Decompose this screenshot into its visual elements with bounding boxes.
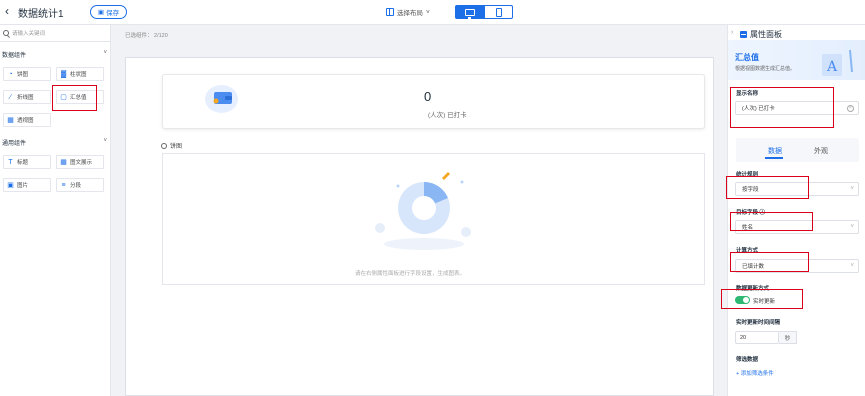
highlight-box	[721, 289, 803, 309]
font-illustration-icon: A	[822, 49, 853, 76]
phone-icon	[495, 7, 502, 17]
clear-icon[interactable]: ×	[847, 105, 854, 112]
chevron-down-icon: ˅	[850, 224, 854, 230]
highlight-box	[730, 212, 813, 231]
pivot-icon: ▦	[7, 116, 14, 124]
bar-chart-icon: ▓	[60, 70, 67, 78]
group-title-general[interactable]: 通用组件 ˅	[2, 138, 107, 147]
component-bar[interactable]: ▓ 柱状图	[56, 67, 104, 81]
chevron-down-icon: ˅	[850, 263, 854, 269]
image-icon: ▣	[7, 181, 14, 189]
pie-component-label: 饼图	[161, 141, 182, 150]
panel-icon	[740, 31, 747, 38]
list-icon: ≡	[61, 181, 66, 189]
chevron-down-icon: ˅	[850, 186, 854, 192]
component-segment[interactable]: ≡ 分段	[56, 178, 104, 192]
layout-select[interactable]: 选择布局 ˅	[386, 7, 430, 17]
group-title-data[interactable]: 数据组件 ˅	[2, 50, 107, 59]
filter-label: 筛选数据	[736, 357, 759, 363]
pie-icon: ◔	[8, 70, 13, 78]
highlight-box	[730, 252, 809, 272]
image-text-icon: ▦	[60, 158, 67, 166]
summary-value: 0	[424, 89, 432, 104]
tab-data[interactable]: 数据	[768, 146, 782, 156]
layout-icon	[386, 8, 394, 16]
component-image[interactable]: ▣ 图片	[3, 178, 51, 192]
tab-appearance[interactable]: 外观	[814, 146, 828, 156]
component-line[interactable]: ∕ 折线图	[3, 90, 51, 104]
wallet-icon	[213, 92, 232, 104]
interval-label: 实时更新时间间隔	[736, 320, 781, 326]
svg-text:A: A	[826, 59, 838, 75]
search-input[interactable]: 请输入关键词	[0, 25, 111, 42]
active-tab-indicator	[765, 157, 783, 159]
interval-unit: 秒	[779, 331, 797, 344]
line-chart-icon: ∕	[9, 93, 12, 101]
pc-view-button[interactable]	[455, 5, 484, 19]
clock-icon	[161, 142, 167, 149]
empty-hint: 请在右侧属性面板进行字段设置，生成图表。	[355, 271, 466, 277]
save-button[interactable]: ▣ 保存	[90, 5, 127, 19]
highlight-box	[726, 176, 809, 199]
summary-card[interactable]	[162, 74, 705, 129]
interval-input[interactable]: 20	[735, 331, 779, 344]
component-pie[interactable]: ◔ 饼图	[3, 67, 51, 81]
search-icon	[3, 30, 9, 36]
add-filter-link[interactable]: + 添加筛选条件	[736, 369, 774, 377]
component-pivot[interactable]: ▦ 透视图	[3, 113, 51, 127]
monitor-icon	[464, 8, 475, 19]
chevron-down-icon: ˅	[103, 138, 107, 144]
panel-tabs	[736, 138, 859, 162]
top-bar: ‹ 数据统计1 ▣ 保存 选择布局 ˅	[0, 0, 865, 25]
highlight-box	[52, 85, 97, 111]
mobile-view-button[interactable]	[484, 5, 513, 19]
component-title[interactable]: T 标题	[3, 155, 51, 169]
highlight-box	[730, 87, 834, 128]
title-icon: T	[8, 158, 13, 166]
hero-title: 汇总值	[735, 53, 759, 62]
empty-chart-illustration	[375, 172, 471, 250]
chevron-left-icon[interactable]: ‹	[5, 5, 9, 17]
component-image-text[interactable]: ▦ 图文展示	[56, 155, 104, 169]
chevron-down-icon: ˅	[426, 8, 430, 16]
property-panel-header: 属性面板	[740, 29, 782, 40]
save-icon: ▣	[97, 9, 105, 16]
page-title: 数据统计1	[18, 9, 64, 20]
summary-label: (人次) 已打卡	[428, 112, 467, 119]
hero-desc: 根据视图数据生成汇总值。	[735, 66, 796, 72]
chevron-down-icon: ˅	[103, 50, 107, 56]
selected-count: 已选组件： 2/120	[125, 33, 168, 39]
chevron-right-icon[interactable]: ›	[731, 29, 733, 36]
